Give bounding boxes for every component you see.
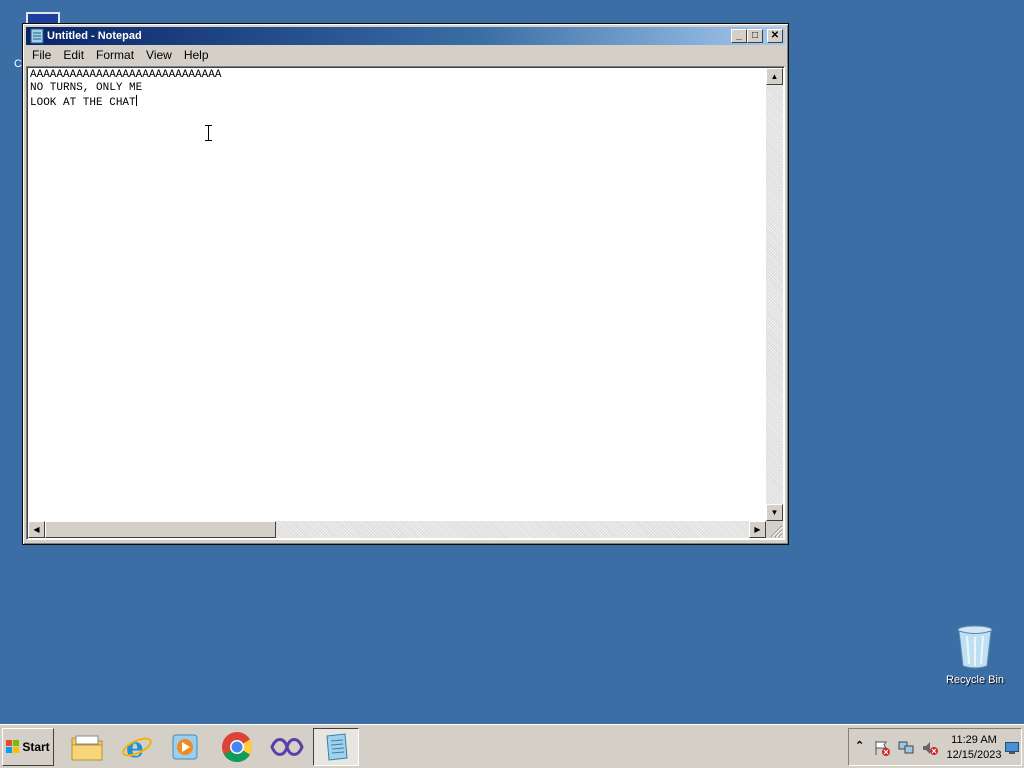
- title-bar[interactable]: Untitled - Notepad _ □ ✕: [26, 27, 785, 45]
- text-editor[interactable]: AAAAAAAAAAAAAAAAAAAAAAAAAAAAA NO TURNS, O…: [26, 66, 785, 540]
- notepad-icon: [326, 733, 348, 761]
- clock-date: 12/15/2023: [946, 749, 1002, 761]
- notepad-window: Untitled - Notepad _ □ ✕ File Edit Forma…: [22, 23, 789, 545]
- close-button[interactable]: ✕: [767, 29, 783, 43]
- clock[interactable]: 11:29 AM 12/15/2023: [943, 733, 1005, 763]
- menu-view[interactable]: View: [140, 46, 178, 65]
- tray-expand-chevron[interactable]: ⌃: [855, 739, 864, 752]
- chrome-icon: [222, 732, 253, 763]
- network-icon[interactable]: [897, 740, 915, 756]
- taskbar-chrome[interactable]: [214, 728, 260, 766]
- volume-muted-icon[interactable]: [921, 740, 939, 756]
- start-button[interactable]: Start: [2, 728, 54, 766]
- recycle-bin-icon: [957, 625, 993, 669]
- menu-format[interactable]: Format: [90, 46, 140, 65]
- scroll-right-button[interactable]: ▶: [749, 521, 766, 538]
- horizontal-scroll-thumb[interactable]: [45, 521, 276, 538]
- taskbar-internet-explorer[interactable]: e: [114, 728, 160, 766]
- desktop-icon-label: C: [14, 58, 22, 70]
- minimize-button[interactable]: _: [731, 29, 747, 43]
- start-label: Start: [22, 740, 50, 754]
- text-caret: [135, 95, 137, 106]
- media-player-icon: [172, 734, 198, 760]
- clock-time: 11:29 AM: [951, 734, 997, 746]
- internet-explorer-icon: e: [122, 731, 152, 763]
- recycle-bin-label: Recycle Bin: [945, 674, 1005, 686]
- action-center-flag-icon[interactable]: [873, 740, 891, 756]
- taskbar: Start e ⌃ 11:29 AM 12/15/2023: [0, 724, 1024, 768]
- menu-bar: File Edit Format View Help: [26, 46, 785, 65]
- menu-file[interactable]: File: [26, 46, 57, 65]
- recycle-bin[interactable]: Recycle Bin: [940, 624, 1010, 686]
- text-line-with-caret: LOOK AT THE CHAT: [30, 95, 764, 110]
- text-line: AAAAAAAAAAAAAAAAAAAAAAAAAAAAA: [30, 69, 222, 81]
- show-desktop-icon[interactable]: [1005, 742, 1019, 754]
- vertical-scrollbar[interactable]: ▲ ▼: [766, 68, 783, 521]
- editor-text[interactable]: AAAAAAAAAAAAAAAAAAAAAAAAAAAAA NO TURNS, O…: [30, 69, 764, 519]
- notepad-app-icon: [30, 28, 44, 44]
- svg-text:e: e: [126, 731, 144, 763]
- menu-edit[interactable]: Edit: [57, 46, 90, 65]
- taskbar-visual-studio[interactable]: [264, 728, 310, 766]
- scroll-down-button[interactable]: ▼: [766, 504, 783, 521]
- windows-logo-icon: [6, 740, 20, 753]
- ibeam-cursor-icon: [205, 125, 212, 141]
- scroll-left-button[interactable]: ◀: [28, 521, 45, 538]
- menu-help[interactable]: Help: [178, 46, 215, 65]
- system-tray: ⌃ 11:29 AM 12/15/2023: [848, 728, 1022, 766]
- resize-grip-icon[interactable]: [766, 521, 783, 538]
- text-line: NO TURNS, ONLY ME: [30, 82, 143, 94]
- window-title: Untitled - Notepad: [47, 30, 142, 42]
- file-explorer-icon: [71, 735, 103, 761]
- text-line: LOOK AT THE CHAT: [30, 97, 136, 109]
- taskbar-media-player[interactable]: [162, 728, 208, 766]
- horizontal-scrollbar[interactable]: ◀ ▶: [28, 521, 766, 538]
- visual-studio-icon: [270, 738, 304, 756]
- taskbar-notepad[interactable]: [313, 728, 359, 766]
- taskbar-file-explorer[interactable]: [64, 728, 110, 766]
- maximize-button[interactable]: □: [747, 29, 763, 43]
- scroll-up-button[interactable]: ▲: [766, 68, 783, 85]
